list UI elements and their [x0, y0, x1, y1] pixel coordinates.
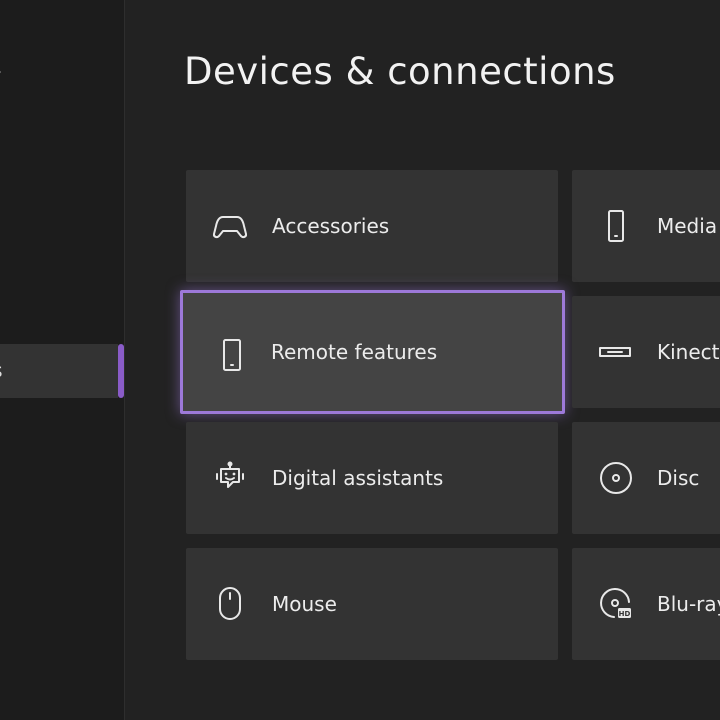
tile-digital-assistants[interactable]: Digital assistants — [186, 422, 558, 534]
sidebar-item-partial[interactable]: y — [0, 50, 120, 102]
tile-label: Kinect — [657, 340, 720, 364]
sidebar-selection-indicator — [118, 344, 124, 398]
tile-mouse[interactable]: Mouse — [186, 548, 558, 660]
tile-accessories[interactable]: Accessories — [186, 170, 558, 282]
tile-disc[interactable]: Disc — [572, 422, 720, 534]
tile-media[interactable]: Media — [572, 170, 720, 282]
sidebar: y ons — [0, 0, 125, 720]
page-title: Devices & connections — [184, 50, 616, 93]
mouse-icon — [219, 587, 241, 620]
tile-label: Accessories — [272, 214, 390, 238]
tile-label: Mouse — [272, 592, 337, 616]
kinect-icon — [599, 347, 631, 357]
bluray-icon: HD — [600, 588, 631, 618]
tile-label: Media — [657, 214, 718, 238]
sidebar-item-devices-connections[interactable]: ons — [0, 344, 118, 398]
tile-remote-features[interactable]: Remote features — [180, 290, 565, 414]
tile-label: Remote features — [271, 340, 438, 364]
tile-kinect[interactable]: Kinect — [572, 296, 720, 408]
tile-label: Blu-ray — [657, 592, 720, 616]
phone-icon — [223, 339, 241, 371]
robot-icon — [216, 461, 244, 488]
svg-text:HD: HD — [619, 610, 631, 618]
phone-icon — [608, 210, 624, 242]
gamepad-icon — [212, 216, 248, 239]
sidebar-item-label: y — [0, 50, 1, 102]
disc-icon — [600, 462, 632, 494]
tile-label: Digital assistants — [272, 466, 444, 490]
tile-label: Disc — [657, 466, 700, 490]
tile-bluray[interactable]: HD Blu-ray — [572, 548, 720, 660]
sidebar-item-label: ons — [0, 344, 118, 398]
